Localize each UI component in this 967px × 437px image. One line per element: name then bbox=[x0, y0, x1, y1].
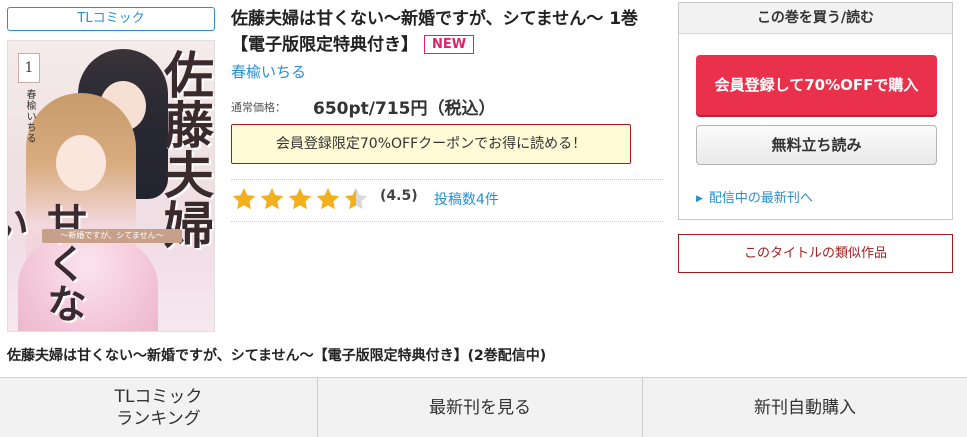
star-icon bbox=[260, 187, 284, 210]
cover-title: 佐藤夫婦 bbox=[156, 49, 215, 249]
triangle-right-icon: ▶ bbox=[696, 194, 703, 204]
ranking-nav-button[interactable]: TLコミック ランキング bbox=[0, 378, 318, 437]
coupon-banner[interactable]: 会員登録限定70%OFFクーポンでお得に読める！ bbox=[231, 124, 631, 164]
star-icon bbox=[232, 187, 256, 210]
bottom-nav: TLコミック ランキング 最新刊を見る 新刊自動購入 bbox=[0, 377, 967, 437]
new-badge: NEW bbox=[424, 35, 475, 54]
buy-panel: この巻を買う/読む 会員登録して70%OFFで購入 無料立ち読み ▶ 配信中の最新… bbox=[678, 2, 953, 220]
rating-stars bbox=[231, 183, 371, 215]
author-link[interactable]: 春楡いちる bbox=[231, 61, 306, 82]
star-icon bbox=[316, 187, 340, 210]
latest-nav-label: 最新刊を見る bbox=[429, 398, 531, 418]
buy-panel-header: この巻を買う/読む bbox=[679, 3, 952, 34]
review-count-link[interactable]: 投稿数4件 bbox=[434, 189, 499, 209]
cover-title-sub: 甘くない bbox=[8, 203, 87, 323]
rating-value: (4.5) bbox=[380, 188, 418, 204]
price-label: 通常価格： bbox=[231, 101, 286, 114]
latest-volume-nav-button[interactable]: 最新刊を見る bbox=[318, 378, 643, 437]
genre-tag-link[interactable]: TLコミック bbox=[7, 7, 215, 31]
latest-volume-label: 配信中の最新刊へ bbox=[708, 191, 813, 206]
auto-purchase-nav-button[interactable]: 新刊自動購入 bbox=[643, 378, 967, 437]
auto-purchase-nav-label: 新刊自動購入 bbox=[754, 398, 856, 418]
similar-titles-button[interactable]: このタイトルの類似作品 bbox=[678, 234, 953, 273]
cover-volume-badge: 1 bbox=[18, 53, 40, 83]
half-star-icon bbox=[344, 187, 368, 210]
cover-author: 春楡いちる bbox=[24, 89, 35, 144]
signup-purchase-button[interactable]: 会員登録して70%OFFで購入 bbox=[696, 55, 937, 115]
latest-volume-link[interactable]: ▶ 配信中の最新刊へ bbox=[696, 187, 813, 206]
book-cover-image[interactable]: 1 春楡いちる 佐藤夫婦 甘くない 〜新婚ですが、シてません〜 bbox=[7, 40, 215, 332]
divider bbox=[231, 221, 663, 222]
cover-subtitle: 〜新婚ですが、シてません〜 bbox=[42, 229, 182, 243]
free-trial-read-button[interactable]: 無料立ち読み bbox=[696, 125, 937, 165]
star-icon bbox=[288, 187, 312, 210]
price-value: 650pt/715円（税込） bbox=[313, 99, 496, 119]
divider bbox=[231, 179, 663, 180]
ranking-line2: ランキング bbox=[116, 409, 201, 429]
ranking-line1: TLコミック bbox=[114, 387, 203, 407]
series-title-link[interactable]: 佐藤夫婦は甘くない〜新婚ですが、シてません〜【電子版限定特典付き】(2巻配信中) bbox=[7, 345, 546, 365]
ranking-nav-label: TLコミック ランキング bbox=[115, 386, 203, 430]
book-title: 佐藤夫婦は甘くない〜新婚ですが、シてません〜 1巻【電子版限定特典付き】 NEW bbox=[231, 6, 663, 58]
